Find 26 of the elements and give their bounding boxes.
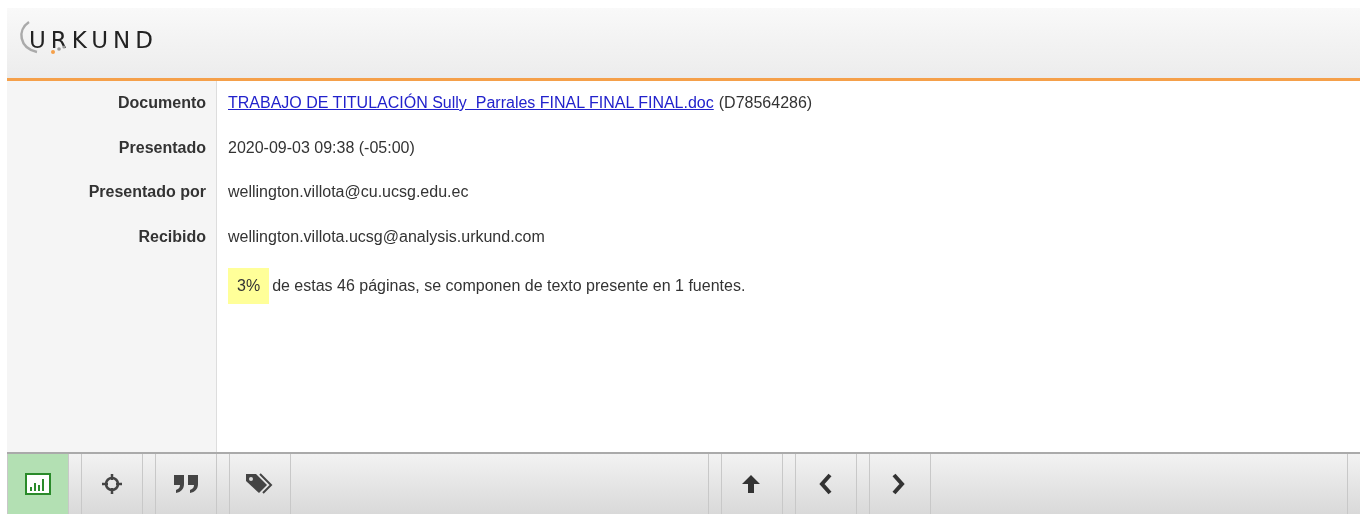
bar-chart-icon xyxy=(24,473,51,495)
quote-button[interactable] xyxy=(155,454,217,514)
logo-text: URKUND xyxy=(29,27,159,53)
quote-icon xyxy=(172,474,199,494)
document-link[interactable]: TRABAJO DE TITULACIÓN Sully Parrales FINAL FINAL FINAL.doc xyxy=(228,94,714,139)
target-button[interactable] xyxy=(81,454,143,514)
chevron-left-icon xyxy=(818,473,832,495)
field-value: 2020-09-03 09:38 (-05:00) xyxy=(228,138,415,158)
chart-button[interactable] xyxy=(7,454,69,514)
chevron-right-icon xyxy=(892,473,906,495)
field-value: wellington.villota.ucsg@analysis.urkund.com xyxy=(228,227,545,247)
previous-button[interactable] xyxy=(794,454,857,514)
field-value: wellington.villota@cu.ucsg.edu.ec xyxy=(228,183,469,202)
percentage-badge: 3% xyxy=(228,268,270,304)
up-button[interactable] xyxy=(720,454,783,514)
tags-button[interactable] xyxy=(229,454,291,514)
summary-text: de estas 46 páginas, se componen de texto presente en 1 fuentes. xyxy=(272,277,746,295)
crosshair-icon xyxy=(100,473,123,495)
field-label: Presentado xyxy=(118,138,206,158)
document-id: (D78564286) xyxy=(718,94,813,113)
tags-icon xyxy=(244,473,275,495)
field-label: Documento xyxy=(118,94,206,113)
field-label: Recibido xyxy=(138,227,206,247)
field-label: Presentado por xyxy=(88,183,206,202)
next-button[interactable] xyxy=(868,454,931,514)
arrow-up-icon xyxy=(740,473,762,495)
